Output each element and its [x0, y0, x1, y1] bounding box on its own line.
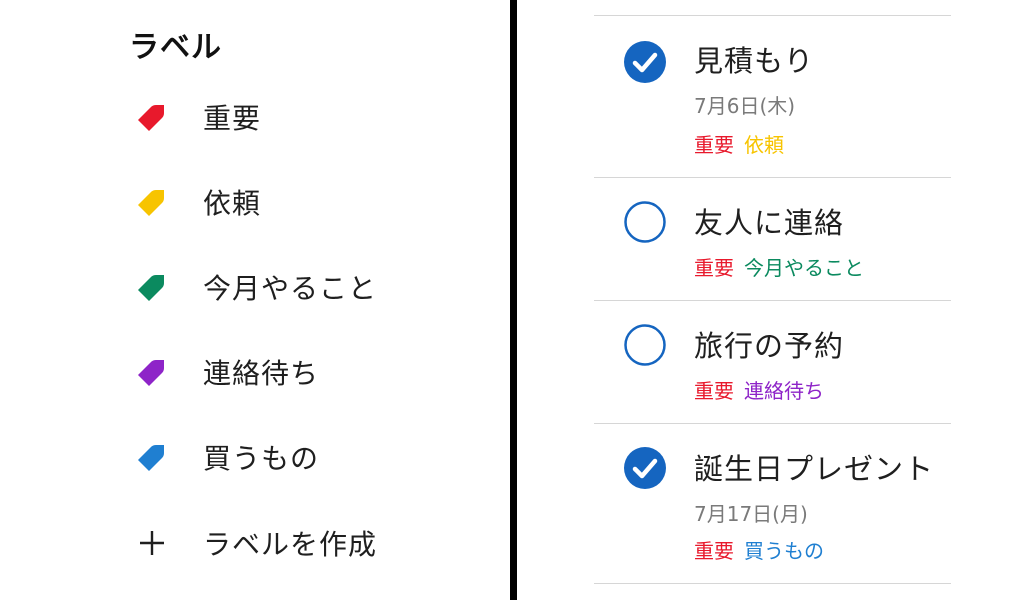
label-item-important[interactable]: 重要: [130, 92, 490, 142]
label-item-waiting[interactable]: 連絡待ち: [130, 347, 490, 397]
task-label-chip: 重要: [694, 379, 734, 403]
tag-icon: [130, 350, 174, 394]
task-label-chip: 重要: [694, 256, 734, 280]
plus-icon: [130, 521, 174, 565]
task-label-chip: 連絡待ち: [744, 379, 824, 403]
tag-icon: [130, 95, 174, 139]
task-title: 見積もり: [694, 44, 815, 78]
panel-divider: [510, 0, 517, 600]
task-labels: 重要 今月やること: [694, 252, 874, 281]
task-label-chip: 買うもの: [744, 539, 824, 563]
labels-panel-title: ラベル: [129, 30, 222, 65]
task-labels: 重要 連絡待ち: [694, 375, 834, 404]
label-item-label: 重要: [203, 102, 262, 135]
task-due-date: 7月6日(木): [694, 94, 796, 118]
unchecked-circle-icon[interactable]: [623, 323, 667, 367]
task-labels: 重要 買うもの: [694, 535, 834, 564]
label-item-label: 連絡待ち: [203, 357, 320, 390]
create-label-text: ラベルを作成: [203, 528, 378, 561]
task-label-chip: 重要: [694, 133, 734, 157]
unchecked-circle-icon[interactable]: [623, 200, 667, 244]
task-item[interactable]: 見積もり 7月6日(木) 重要 依頼: [594, 16, 951, 177]
app-root: ラベル 重要 依頼 今月やること 連絡待ち 買うもの ラベルを作成 見積もり 7…: [0, 0, 1029, 600]
label-item-this-month[interactable]: 今月やること: [130, 262, 490, 312]
checked-circle-icon[interactable]: [623, 446, 667, 490]
label-item-request[interactable]: 依頼: [130, 177, 490, 227]
task-list: 見積もり 7月6日(木) 重要依頼 友人に連絡 重要今月やること 旅行の予約: [517, 0, 1029, 600]
task-item[interactable]: 友人に連絡 重要 今月やること: [594, 178, 951, 300]
checked-circle-icon[interactable]: [623, 40, 667, 84]
task-item[interactable]: 旅行の予約 重要 連絡待ち: [594, 301, 951, 423]
tag-icon: [130, 265, 174, 309]
task-labels: 重要 依頼: [694, 129, 794, 158]
tag-icon: [130, 435, 174, 479]
task-title: 誕生日プレゼント: [694, 452, 935, 486]
task-due-date: 7月17日(月): [694, 502, 808, 526]
task-label-chip: 今月やること: [744, 256, 864, 280]
label-item-label: 今月やること: [203, 272, 378, 305]
tag-icon: [130, 180, 174, 224]
create-label-button[interactable]: ラベルを作成: [130, 518, 490, 568]
labels-panel: ラベル 重要 依頼 今月やること 連絡待ち 買うもの ラベルを作成: [0, 0, 510, 600]
list-divider: [594, 583, 951, 584]
task-title: 友人に連絡: [694, 206, 845, 240]
task-title: 旅行の予約: [694, 329, 845, 363]
label-item-shopping[interactable]: 買うもの: [130, 432, 490, 482]
label-item-label: 買うもの: [203, 442, 320, 475]
task-label-chip: 重要: [694, 539, 734, 563]
task-item[interactable]: 誕生日プレゼント 7月17日(月) 重要 買うもの: [594, 424, 951, 583]
task-label-chip: 依頼: [744, 133, 784, 157]
label-item-label: 依頼: [203, 187, 262, 220]
